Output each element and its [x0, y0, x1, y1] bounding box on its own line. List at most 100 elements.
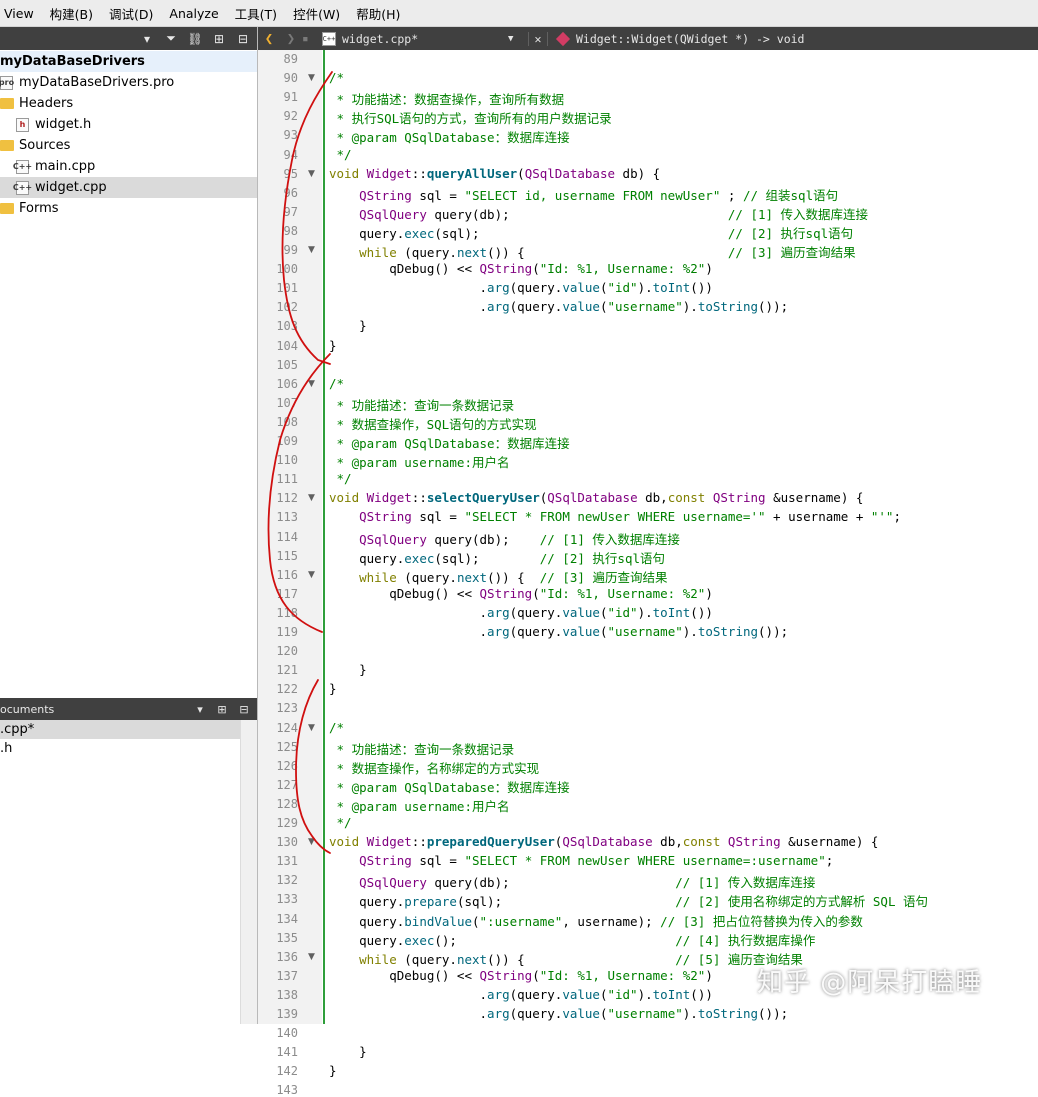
- split-icon[interactable]: ⊞: [213, 701, 231, 717]
- fold-arrow-icon[interactable]: ▼: [308, 570, 315, 580]
- menu-item[interactable]: Analyze: [161, 6, 226, 21]
- menu-item[interactable]: 工具(T): [227, 4, 285, 23]
- code-line: * @param QSqlDatabase：数据库连接: [329, 130, 570, 146]
- fold-arrow-icon[interactable]: ▼: [308, 73, 315, 83]
- code-line: }: [329, 318, 367, 334]
- code-line: * @param username:用户名: [329, 455, 510, 471]
- line-number: 99: [283, 243, 298, 257]
- code-line: }: [329, 1044, 367, 1060]
- code-line: void Widget::queryAllUser(QSqlDatabase d…: [329, 165, 661, 181]
- code-line: */: [329, 815, 352, 830]
- tree-item[interactable]: C++ main.cpp: [0, 156, 257, 177]
- code-line: query.exec(sql); // [2] 执行sql语句: [329, 225, 854, 241]
- menu-item[interactable]: 帮助(H): [348, 4, 408, 23]
- code-line: QSqlQuery query(db); // [1] 传入数据库连接: [359, 206, 869, 222]
- chevron-down-icon[interactable]: ▼: [508, 34, 522, 44]
- tree-item-label: Headers: [19, 96, 74, 111]
- link-icon[interactable]: ⛓: [187, 31, 203, 47]
- code-line: /*: [329, 375, 345, 391]
- line-number: 113: [276, 510, 298, 525]
- fold-arrow-icon[interactable]: ▼: [308, 837, 315, 847]
- tree-item[interactable]: pro myDataBaseDrivers.pro: [0, 72, 257, 93]
- line-number: 139: [276, 1007, 298, 1021]
- back-arrow-icon[interactable]: ❮: [258, 31, 280, 47]
- tree-item[interactable]: C++ widget.cpp: [0, 177, 257, 198]
- close-pane-icon[interactable]: ⊟: [235, 31, 251, 47]
- code-line: .arg(query.value("username").toString())…: [329, 1006, 789, 1021]
- code-line: query.bindValue(":username", username); …: [329, 913, 863, 929]
- fold-arrow-icon[interactable]: ▼: [308, 169, 315, 179]
- tree-item-label: main.cpp: [35, 159, 96, 174]
- line-number: 126: [276, 758, 298, 773]
- line-number: 110: [276, 453, 298, 468]
- menu-item[interactable]: View: [0, 6, 42, 21]
- menu-item[interactable]: 控件(W): [285, 4, 348, 23]
- code-line: }: [329, 1063, 337, 1079]
- menu-item[interactable]: 调试(D): [101, 4, 161, 23]
- open-document-item[interactable]: .h: [0, 739, 257, 758]
- fold-arrow-icon[interactable]: ▼: [308, 379, 315, 389]
- code-line: * 功能描述：查询一条数据记录: [329, 397, 515, 413]
- code-line: query.exec(sql); // [2] 执行sql语句: [329, 550, 665, 566]
- menu-item[interactable]: 构建(B): [42, 4, 101, 23]
- fold-arrow-icon[interactable]: ▼: [308, 952, 315, 962]
- line-number: 131: [276, 854, 298, 869]
- code-line: query.exec(); // [4] 执行数据库操作: [329, 932, 816, 948]
- line-number: 117: [276, 586, 298, 601]
- header-file-icon: h: [16, 117, 29, 132]
- line-number: 135: [276, 930, 298, 945]
- code-line: while (query.next()) { // [5] 遍历查询结果: [359, 951, 803, 967]
- fold-arrow-icon[interactable]: ▼: [308, 493, 315, 503]
- tree-item[interactable]: Headers: [0, 93, 257, 114]
- scrollbar[interactable]: [240, 720, 257, 1024]
- open-documents-title: ocuments: [0, 702, 55, 716]
- line-number: 91: [283, 90, 298, 105]
- line-number-gutter: 89 90 91 92 93 94 95 96 97 98 99 100 101 102 103 104 105…: [258, 50, 302, 1097]
- line-number: 118: [276, 605, 298, 620]
- code-line: QString sql = "SELECT * FROM newUser WHE…: [359, 509, 901, 525]
- fold-arrow-icon[interactable]: ▼: [308, 245, 315, 255]
- tree-item[interactable]: Forms: [0, 198, 257, 219]
- cpp-file-icon: C++: [13, 180, 32, 195]
- tree-item-label: widget.cpp: [35, 180, 107, 195]
- code-line: * 功能描述：数据查操作，查询所有数据: [329, 92, 565, 108]
- code-line: .arg(query.value("id").toInt()): [329, 986, 713, 1002]
- close-icon[interactable]: ✕: [528, 31, 548, 46]
- symbol-icon: [555, 31, 571, 46]
- fold-arrow-icon[interactable]: ▼: [308, 723, 315, 733]
- line-number: 107: [276, 395, 298, 410]
- code-line: }: [329, 662, 367, 678]
- tree-item[interactable]: h widget.h: [0, 114, 257, 135]
- cpp-file-icon: C++: [322, 31, 336, 46]
- editor-file-name[interactable]: widget.cpp*: [342, 32, 508, 46]
- code-line: .arg(query.value("id").toInt()): [329, 280, 713, 296]
- line-number: 105: [276, 357, 298, 372]
- menu-bar: View 构建(B) 调试(D) Analyze 工具(T) 控件(W) 帮助(H): [0, 0, 1038, 27]
- line-number: 111: [276, 472, 298, 487]
- code-line: QSqlQuery query(db); // [1] 传入数据库连接: [359, 875, 816, 891]
- split-icon[interactable]: ⊞: [211, 31, 227, 47]
- code-line: * @param username:用户名: [329, 798, 510, 814]
- code-line: .arg(query.value("username").toString())…: [329, 299, 789, 315]
- dropdown-icon[interactable]: ▾: [191, 701, 209, 717]
- tree-item-label: widget.h: [35, 117, 92, 132]
- code-line: while (query.next()) { // [3] 遍历查询结果: [359, 569, 668, 585]
- cpp-file-icon: C++: [13, 159, 32, 174]
- tree-item[interactable]: Sources: [0, 135, 257, 156]
- symbol-selector[interactable]: Widget::Widget(QWidget *) -> void: [576, 32, 804, 46]
- project-root[interactable]: myDataBaseDrivers: [0, 51, 257, 72]
- editor-toolbar: ❮ ❯ ▪ C++ widget.cpp* ▼ ✕ Widget::Widget…: [258, 27, 1038, 50]
- code-line: }: [329, 337, 337, 353]
- line-number: 108: [276, 414, 298, 429]
- filter-icon[interactable]: ⏷: [163, 31, 179, 47]
- code-editor[interactable]: /* * 功能描述：数据查操作，查询所有数据 * 执行SQL语句的方式，查询所有…: [325, 50, 1038, 1078]
- code-line: }: [329, 681, 337, 697]
- line-number: 114: [276, 529, 298, 544]
- dropdown-icon[interactable]: ▾: [139, 31, 155, 47]
- open-document-item[interactable]: .cpp*: [0, 720, 240, 739]
- code-line: */: [329, 146, 352, 162]
- code-line: * 执行SQL语句的方式，查询所有的用户数据记录: [329, 111, 612, 127]
- line-number: 101: [276, 281, 298, 296]
- close-pane-icon[interactable]: ⊟: [235, 701, 253, 717]
- forward-arrow-icon[interactable]: ❯: [280, 31, 302, 47]
